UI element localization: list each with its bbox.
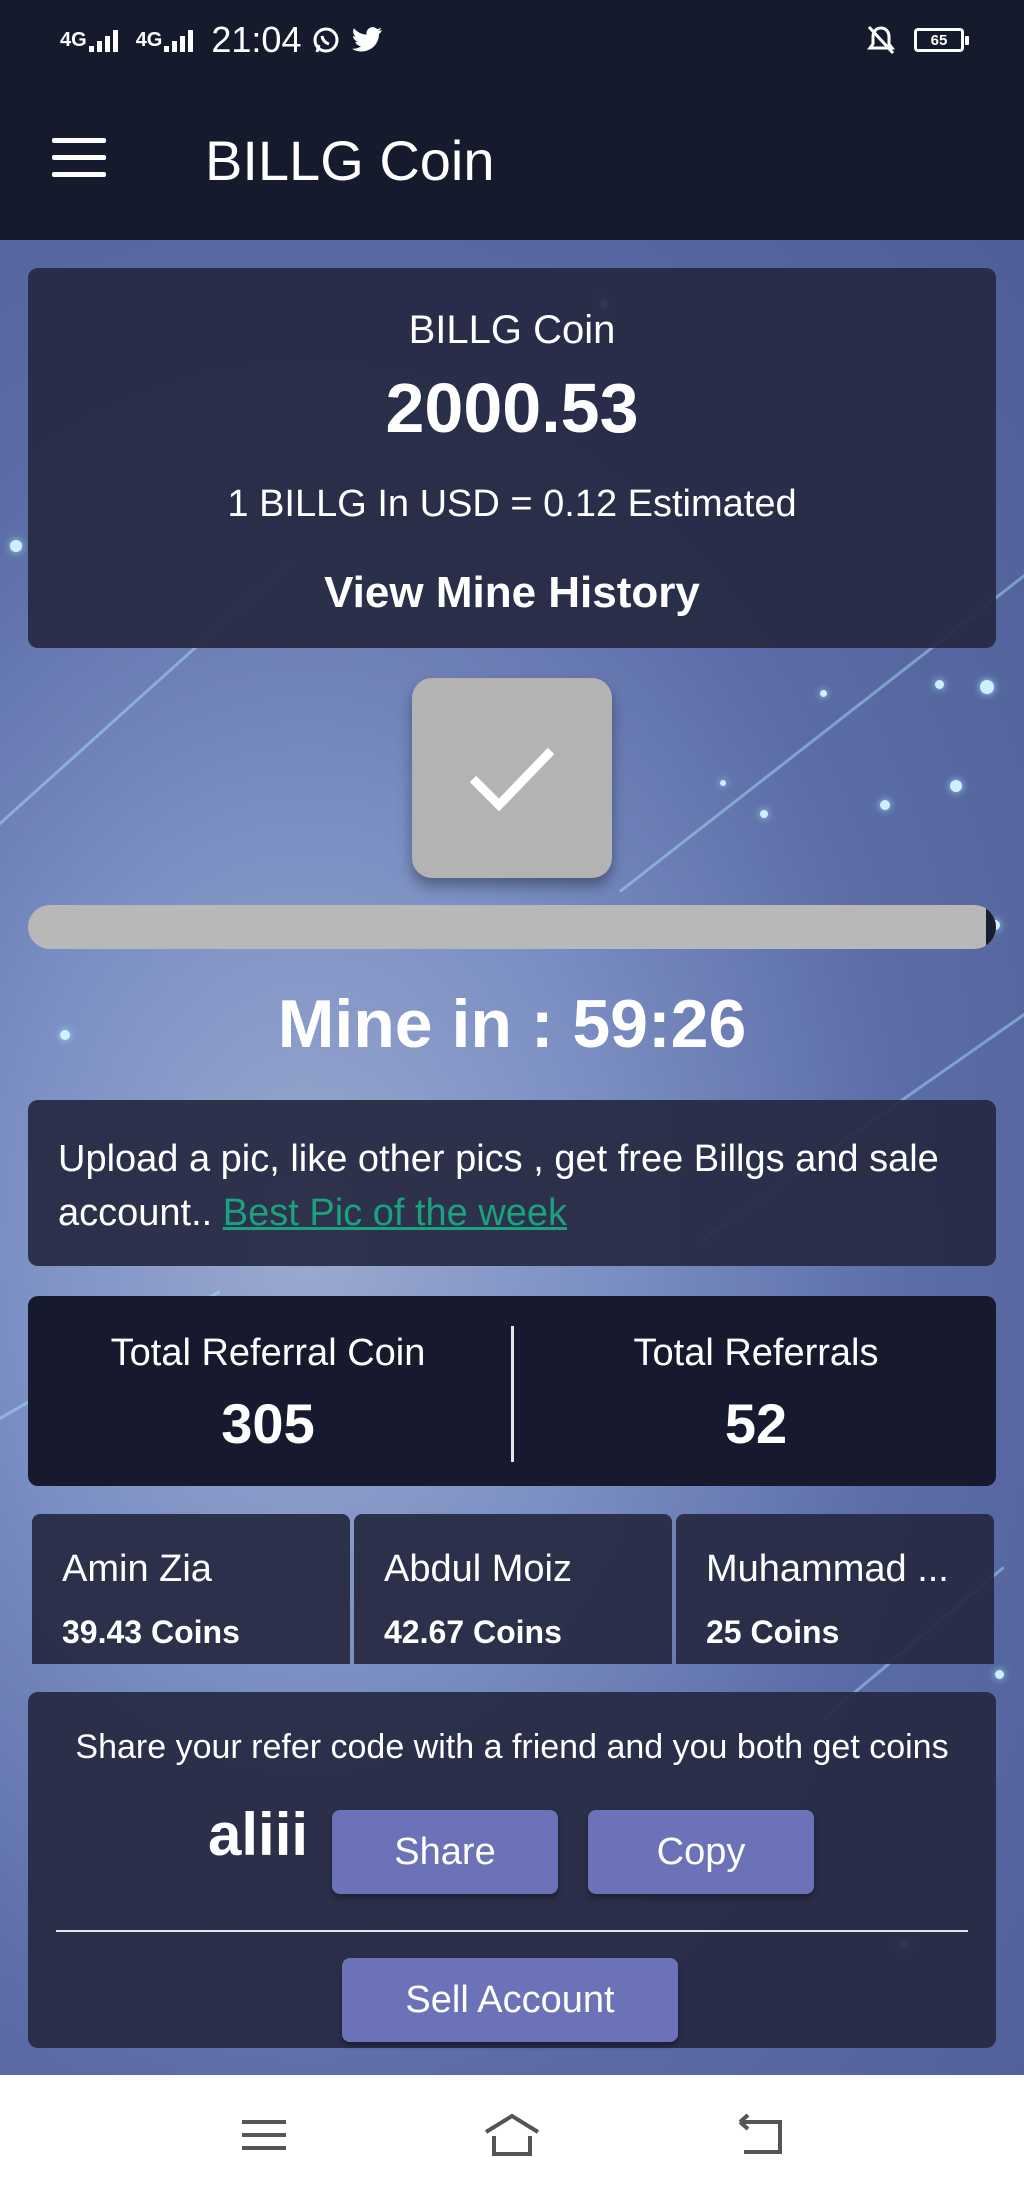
battery-icon: 65 bbox=[914, 28, 969, 52]
divider bbox=[511, 1326, 514, 1462]
referral-user-card[interactable]: Amin Zia 39.43 Coins bbox=[32, 1514, 350, 1664]
signal-icon: 4G bbox=[60, 29, 118, 52]
refer-code: aliii bbox=[208, 1801, 309, 1868]
share-button[interactable]: Share bbox=[332, 1810, 558, 1894]
home-icon[interactable] bbox=[482, 2110, 542, 2160]
user-name: Muhammad ... bbox=[706, 1548, 949, 1590]
referral-user-card[interactable]: Abdul Moiz 42.67 Coins bbox=[354, 1514, 672, 1664]
news-text-container: Upload a pic, like other pics , get free… bbox=[58, 1132, 978, 1240]
menu-icon[interactable] bbox=[234, 2110, 294, 2160]
app-title: BILLG Coin bbox=[205, 129, 495, 192]
share-text: Share your refer code with a friend and … bbox=[75, 1728, 949, 1766]
status-time: 21:04 bbox=[211, 19, 302, 60]
system-nav-bar bbox=[0, 2075, 1024, 2195]
mine-button[interactable] bbox=[412, 678, 612, 878]
network-type-1: 4G bbox=[60, 28, 87, 51]
app-bar: BILLG Coin bbox=[0, 80, 1024, 240]
referral-stats-card: Total Referral Coin 305 Total Referrals … bbox=[28, 1296, 996, 1486]
total-referrals: Total Referrals 52 bbox=[516, 1296, 996, 1486]
coin-balance: 2000.53 bbox=[385, 369, 639, 447]
user-coins: 25 Coins bbox=[706, 1614, 840, 1650]
hamburger-icon[interactable] bbox=[52, 138, 106, 178]
mining-progress-bar bbox=[28, 905, 996, 949]
checkmark-icon bbox=[469, 747, 555, 812]
news-card: Upload a pic, like other pics , get free… bbox=[28, 1100, 996, 1266]
network-type-2: 4G bbox=[135, 28, 163, 51]
progress-remaining bbox=[986, 905, 996, 949]
referral-coin-value: 305 bbox=[221, 1392, 315, 1455]
status-right: 65 bbox=[866, 24, 969, 56]
divider bbox=[56, 1930, 968, 1932]
signal-icon: 4G bbox=[136, 29, 194, 52]
mute-bell-icon bbox=[867, 25, 895, 55]
share-card: Share your refer code with a friend and … bbox=[28, 1692, 996, 2048]
user-name: Abdul Moiz bbox=[384, 1548, 572, 1590]
user-coins: 42.67 Coins bbox=[384, 1614, 562, 1650]
coin-balance-card: BILLG Coin 2000.53 1 BILLG In USD = 0.12… bbox=[28, 268, 996, 648]
coin-rate: 1 BILLG In USD = 0.12 Estimated bbox=[227, 483, 797, 525]
twitter-icon bbox=[352, 27, 383, 52]
total-referral-coin: Total Referral Coin 305 bbox=[28, 1296, 508, 1486]
back-icon[interactable] bbox=[730, 2110, 790, 2160]
status-left: 4G 4G 21:04 bbox=[60, 19, 383, 61]
user-coins: 39.43 Coins bbox=[62, 1614, 240, 1650]
referrals-value: 52 bbox=[724, 1392, 788, 1455]
referral-user-card[interactable]: Muhammad ... 25 Coins bbox=[676, 1514, 994, 1664]
view-mine-history-link[interactable]: View Mine History bbox=[28, 568, 996, 618]
referral-coin-label: Total Referral Coin bbox=[110, 1332, 426, 1374]
status-bar: 4G 4G 21:04 65 bbox=[0, 0, 1024, 80]
coin-label: BILLG Coin bbox=[408, 308, 616, 352]
user-name: Amin Zia bbox=[62, 1548, 212, 1590]
best-pic-link[interactable]: Best Pic of the week bbox=[223, 1192, 567, 1234]
main-content: BILLG Coin 2000.53 1 BILLG In USD = 0.12… bbox=[0, 240, 1024, 2075]
whatsapp-icon bbox=[313, 27, 339, 53]
battery-level: 65 bbox=[930, 31, 948, 49]
sell-account-button[interactable]: Sell Account bbox=[342, 1958, 678, 2042]
mine-countdown: Mine in : 59:26 bbox=[277, 986, 747, 1062]
referrals-label: Total Referrals bbox=[633, 1332, 879, 1374]
copy-button[interactable]: Copy bbox=[588, 1810, 814, 1894]
